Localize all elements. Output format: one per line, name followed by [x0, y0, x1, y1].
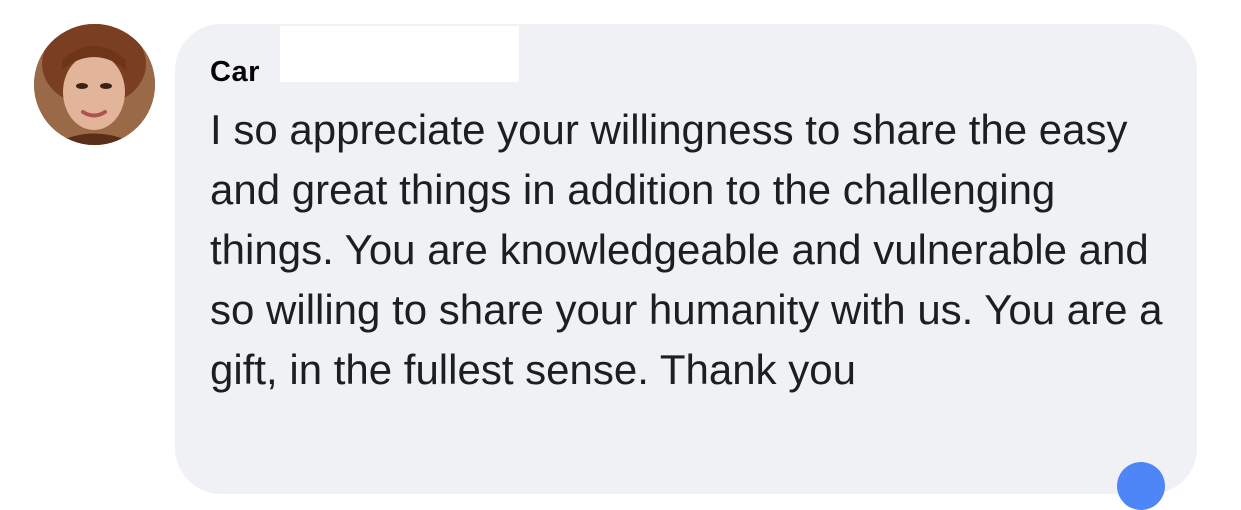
reaction-icon[interactable] [1117, 462, 1165, 510]
avatar[interactable] [34, 24, 155, 145]
redaction-box [280, 26, 519, 82]
comment-author-name[interactable]: Car [210, 54, 260, 90]
profile-photo-icon [34, 24, 155, 145]
comment-text: I so appreciate your willingness to shar… [210, 106, 1163, 393]
